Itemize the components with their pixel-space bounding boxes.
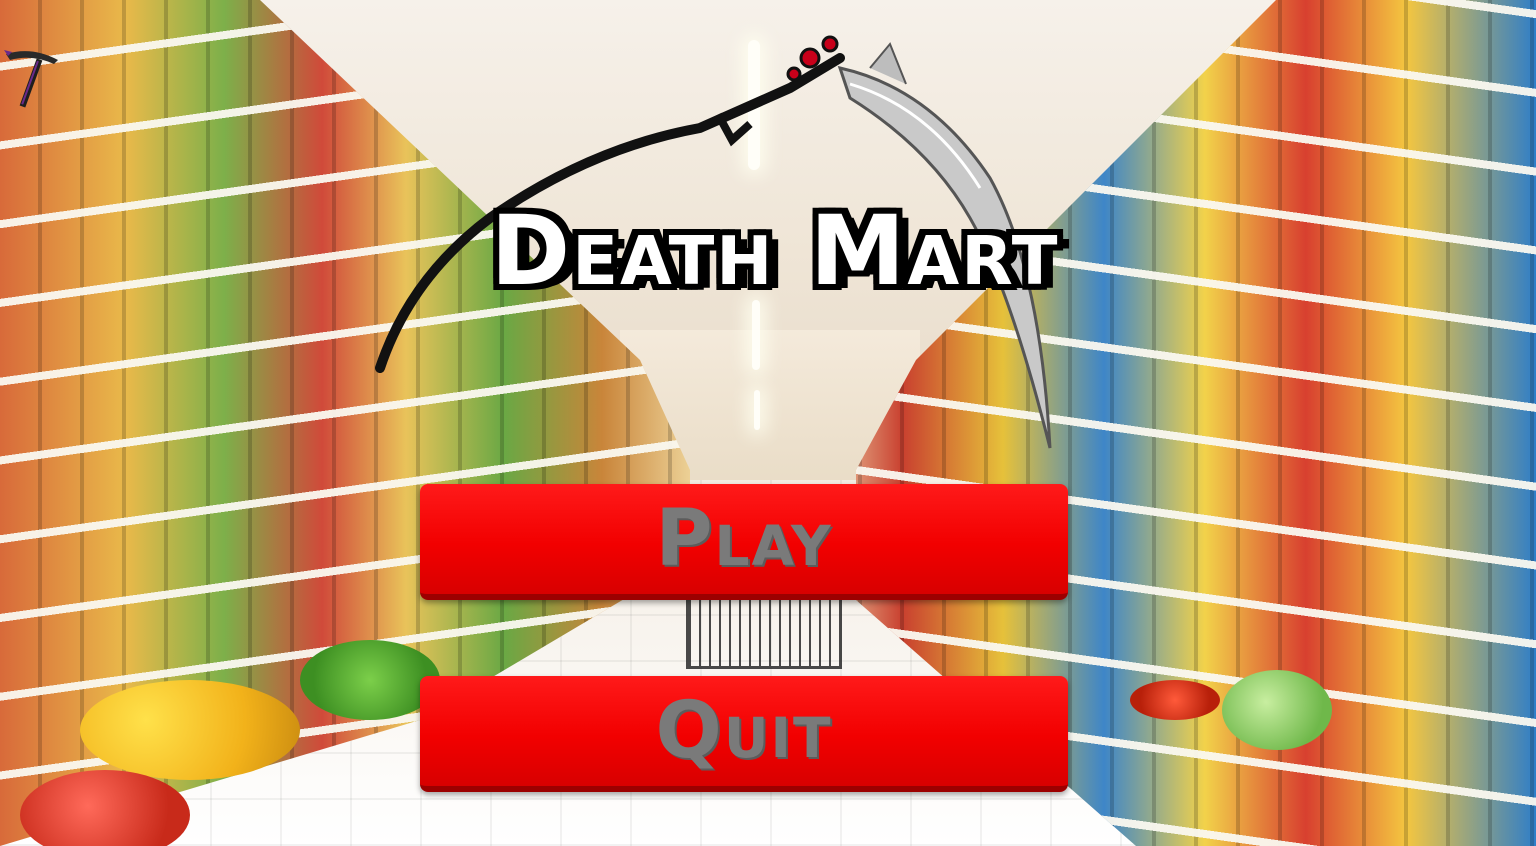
play-button-label: Play: [655, 494, 833, 584]
ceiling-light: [748, 40, 760, 170]
play-button[interactable]: Play: [420, 484, 1068, 600]
lemon-pile: [80, 680, 300, 780]
shopping-cart: [686, 596, 842, 669]
quit-button-label: Quit: [655, 686, 833, 776]
main-menu-screen: Death Mart Play Quit: [0, 0, 1536, 846]
tomato-pile: [1130, 680, 1220, 720]
quit-button[interactable]: Quit: [420, 676, 1068, 792]
pickaxe-icon: [4, 50, 58, 108]
game-title: Death Mart: [490, 195, 1060, 307]
ceiling-light: [754, 390, 760, 430]
lettuce-pile: [300, 640, 440, 720]
cabbage: [1222, 670, 1332, 750]
ceiling-light: [752, 300, 760, 370]
